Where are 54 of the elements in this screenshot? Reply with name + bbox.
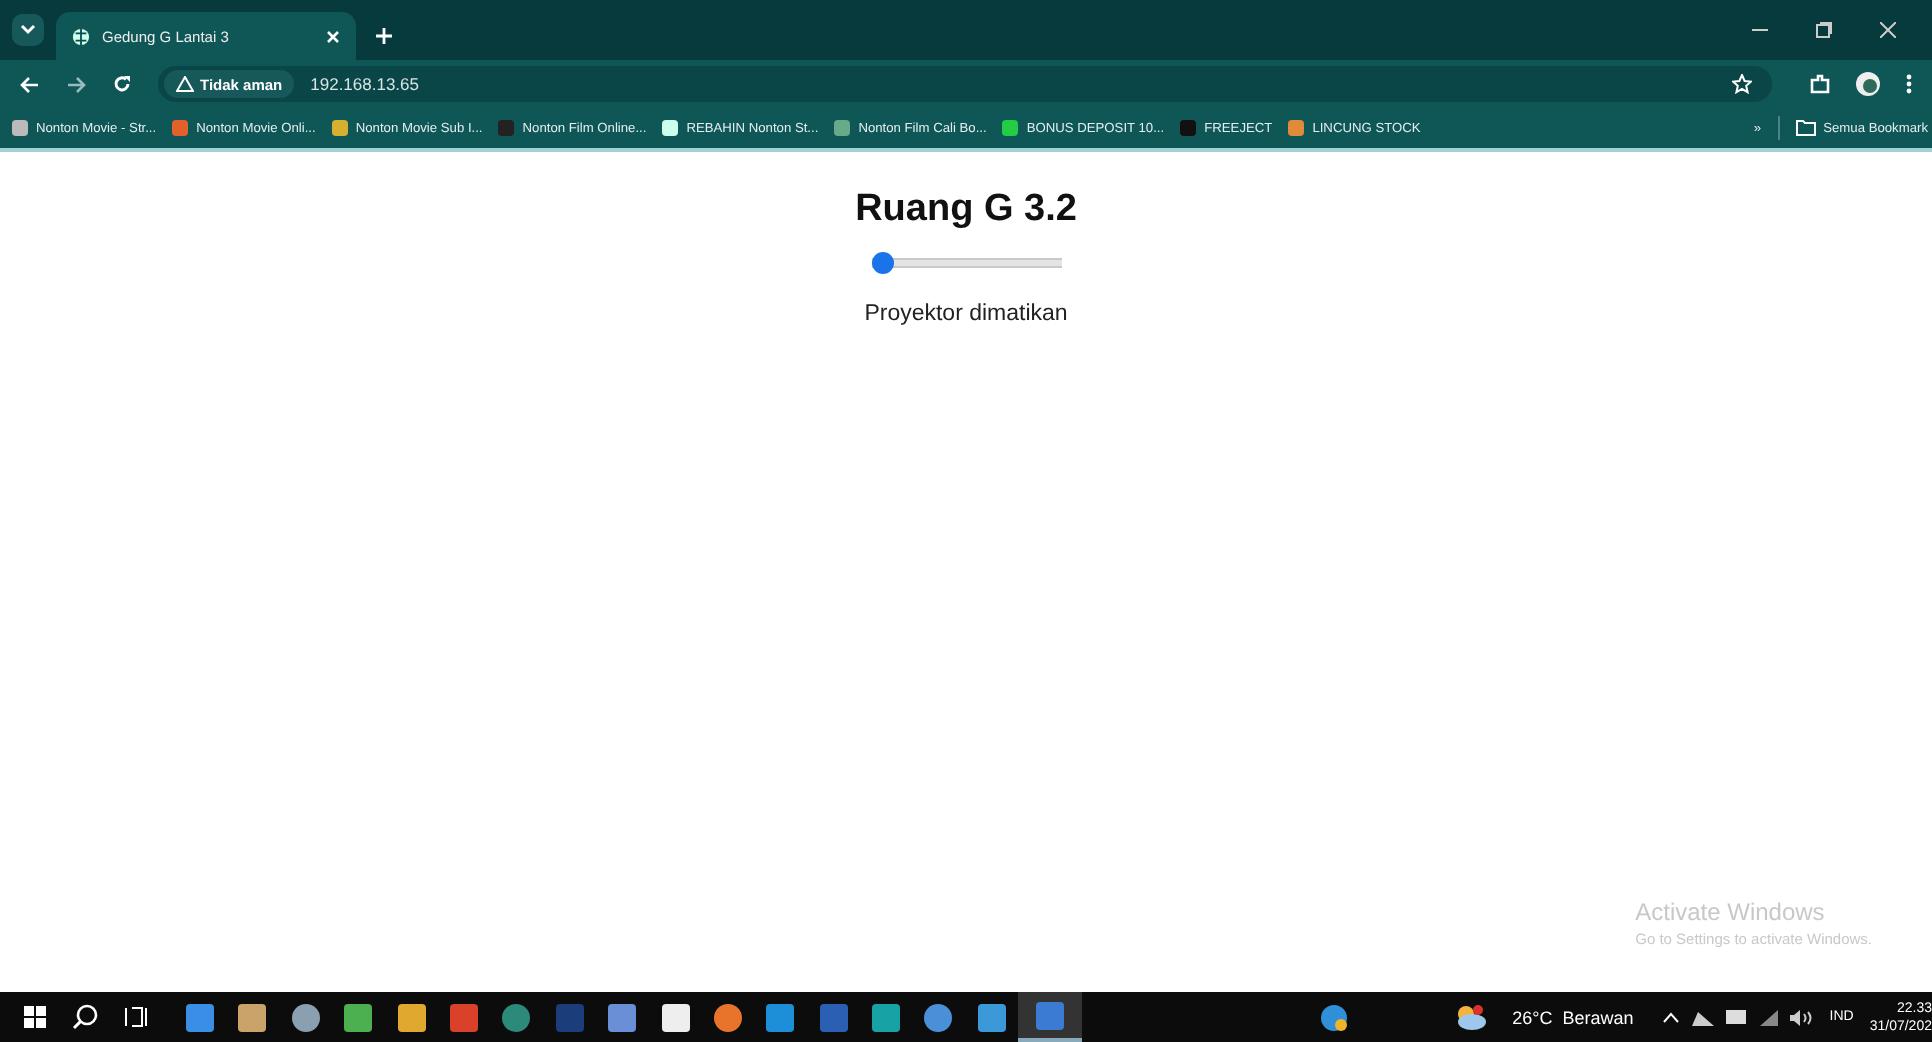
star-icon[interactable] bbox=[1732, 74, 1752, 94]
site-icon bbox=[12, 120, 28, 136]
close-icon[interactable] bbox=[1880, 22, 1896, 38]
site-icon bbox=[662, 120, 679, 136]
new-tab-icon[interactable] bbox=[376, 28, 392, 44]
app-icon bbox=[713, 1003, 742, 1031]
app-icon bbox=[397, 1003, 426, 1031]
tab-search-button[interactable] bbox=[12, 14, 44, 46]
warning-icon bbox=[176, 76, 194, 92]
status-text: Proyektor dimatikan bbox=[864, 302, 1068, 326]
folder-icon bbox=[1795, 120, 1816, 136]
help-icon[interactable] bbox=[1320, 1003, 1349, 1031]
app-icon bbox=[608, 1003, 637, 1031]
chevron-up-icon[interactable] bbox=[1661, 1011, 1680, 1023]
site-icon bbox=[498, 120, 515, 136]
app-icon bbox=[661, 1003, 690, 1031]
app-icon bbox=[924, 1003, 953, 1031]
app-icon bbox=[872, 1003, 901, 1031]
reload-icon[interactable] bbox=[112, 74, 132, 94]
site-icon bbox=[834, 120, 851, 136]
profile-avatar[interactable] bbox=[1856, 72, 1880, 96]
back-icon[interactable] bbox=[20, 75, 40, 93]
app-icon bbox=[1036, 1001, 1065, 1029]
app-icon bbox=[502, 1003, 531, 1031]
forward-icon[interactable] bbox=[66, 75, 86, 93]
app-icon bbox=[344, 1003, 373, 1031]
speaker-icon[interactable] bbox=[1789, 1009, 1812, 1025]
app-icon bbox=[238, 1003, 267, 1031]
app-icon bbox=[977, 1003, 1006, 1031]
weather-text[interactable]: 26°C Berawan bbox=[1512, 1007, 1634, 1027]
site-icon bbox=[1002, 120, 1019, 136]
site-icon bbox=[172, 120, 189, 136]
app-icon bbox=[186, 1003, 214, 1031]
windows-start-icon[interactable] bbox=[24, 1006, 46, 1028]
app-icon bbox=[555, 1003, 584, 1031]
menu-icon[interactable] bbox=[1906, 74, 1912, 94]
globe-icon bbox=[72, 27, 90, 45]
site-icon bbox=[1288, 120, 1305, 136]
app-icon bbox=[291, 1003, 320, 1031]
task-view-icon[interactable] bbox=[124, 1006, 148, 1028]
app-icon bbox=[449, 1003, 478, 1031]
site-icon bbox=[331, 120, 348, 136]
search-icon[interactable] bbox=[72, 1004, 98, 1030]
page-title: Ruang G 3.2 bbox=[855, 188, 1077, 232]
extensions-icon[interactable] bbox=[1810, 74, 1830, 94]
site-icon bbox=[1180, 120, 1197, 136]
slider-thumb[interactable] bbox=[871, 252, 893, 274]
url-text: 192.168.13.65 bbox=[310, 74, 419, 94]
app-icon bbox=[766, 1003, 795, 1031]
app-icon bbox=[819, 1003, 848, 1031]
weather-icon[interactable] bbox=[1454, 1004, 1487, 1030]
projector-slider[interactable] bbox=[871, 252, 1061, 274]
chevron-down-icon bbox=[20, 24, 36, 36]
restore-icon[interactable] bbox=[1816, 22, 1832, 38]
